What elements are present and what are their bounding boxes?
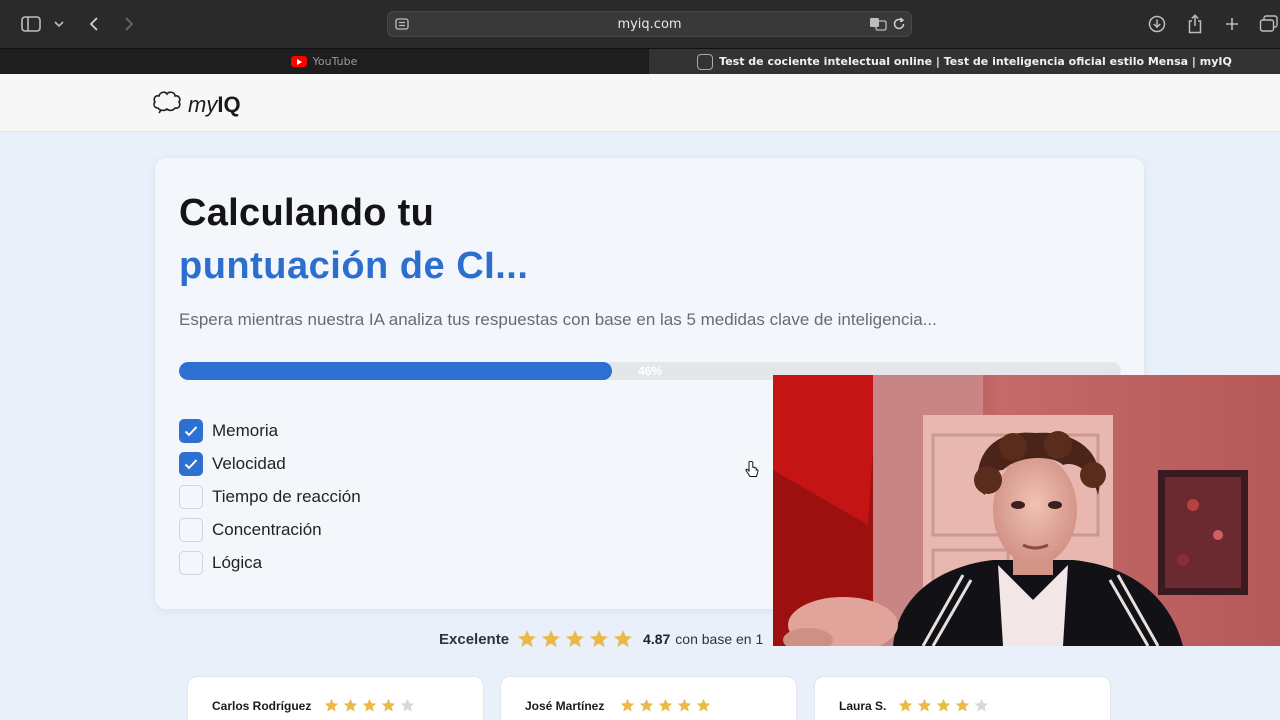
tab-label: YouTube [312,55,358,68]
reviewer-name: Laura S. [839,699,887,713]
site-header: myIQ [0,74,1280,132]
review-stars [896,698,991,713]
star-icon [517,629,537,649]
checkbox [179,517,203,542]
checkbox [179,451,203,476]
review-card: Laura S. [814,676,1111,720]
star-icon [362,698,377,713]
checklist-item: Velocidad [179,447,361,480]
star-icon [589,629,609,649]
star-icon [696,698,711,713]
checklist-item: Tiempo de reacción [179,480,361,513]
rating-label: Excelente [439,630,510,648]
tab-bar: YouTube Test de cociente intelectual onl… [0,48,1280,74]
address-bar[interactable]: myiq.com [387,11,912,37]
tab-myiq[interactable]: Test de cociente intelectual online | Te… [649,49,1280,74]
checklist-item: Lógica [179,546,361,579]
url-text: myiq.com [617,17,682,32]
star-icon [955,698,970,713]
star-icon [541,629,561,649]
youtube-icon [290,56,307,67]
review-card: Carlos Rodríguez [187,676,484,720]
star-icon [658,698,673,713]
star-icon [400,698,415,713]
star-icon [898,698,913,713]
title-line-1: Calculando tu [179,192,435,234]
star-icon [677,698,692,713]
checklist-label: Lógica [212,552,263,572]
chevron-down-icon[interactable] [52,12,66,36]
logo-my: my [188,91,218,117]
rating-score: 4.87 [643,631,671,647]
checkmark-icon [184,458,198,469]
checkbox [179,418,203,443]
tab-youtube[interactable]: YouTube [0,49,648,74]
star-icon [936,698,951,713]
webcam-video-image [773,375,1280,646]
brain-favicon-icon [697,53,714,70]
star-icon [613,629,633,649]
star-icon [565,629,585,649]
title-line-2: puntuación de CI... [179,245,529,287]
checklist-label: Concentración [212,519,322,539]
star-icon [639,698,654,713]
star-icon [917,698,932,713]
checklist-label: Tiempo de reacción [212,486,361,506]
tab-label: Test de cociente intelectual online | Te… [719,55,1232,68]
brain-logo-icon [152,90,182,119]
share-icon[interactable] [1184,12,1206,36]
subtitle: Espera mientras nuestra IA analiza tus r… [179,310,937,329]
browser-toolbar: myiq.com [0,0,1280,48]
star-icon [381,698,396,713]
review-stars [322,698,417,713]
logo-text: myIQ [188,92,241,118]
reviewer-name: José Martínez [525,699,605,713]
rating-basis: con base en 1 [675,631,764,647]
checkmark-icon [184,425,198,436]
webcam-overlay [773,375,1280,646]
star-icon [620,698,635,713]
checklist-label: Memoria [212,420,279,440]
reload-icon[interactable] [891,16,907,32]
rating-stars [515,629,635,649]
site-logo[interactable]: myIQ [152,90,241,119]
star-icon [974,698,989,713]
checklist-item: Memoria [179,414,361,447]
translate-icon[interactable] [868,16,888,32]
download-icon[interactable] [1146,12,1168,36]
checklist-item: Concentración [179,513,361,546]
tab-overview-icon[interactable] [1258,12,1280,36]
star-icon [324,698,339,713]
checkbox [179,484,203,509]
analysis-checklist: Memoria Velocidad Tiempo de reacción Con… [179,414,361,579]
logo-iq: IQ [217,91,241,117]
star-icon [343,698,358,713]
review-stars [618,698,713,713]
pointer-cursor-icon [744,461,760,484]
new-tab-icon[interactable] [1221,12,1243,36]
reviewer-name: Carlos Rodríguez [212,699,312,713]
back-icon[interactable] [86,12,102,36]
rating-summary: Excelente 4.87 con base en 1 [439,627,763,651]
checkbox [179,550,203,575]
sidebar-icon[interactable] [20,12,42,36]
review-card: José Martínez [500,676,797,720]
forward-icon[interactable] [121,12,137,36]
checklist-label: Velocidad [212,453,286,473]
